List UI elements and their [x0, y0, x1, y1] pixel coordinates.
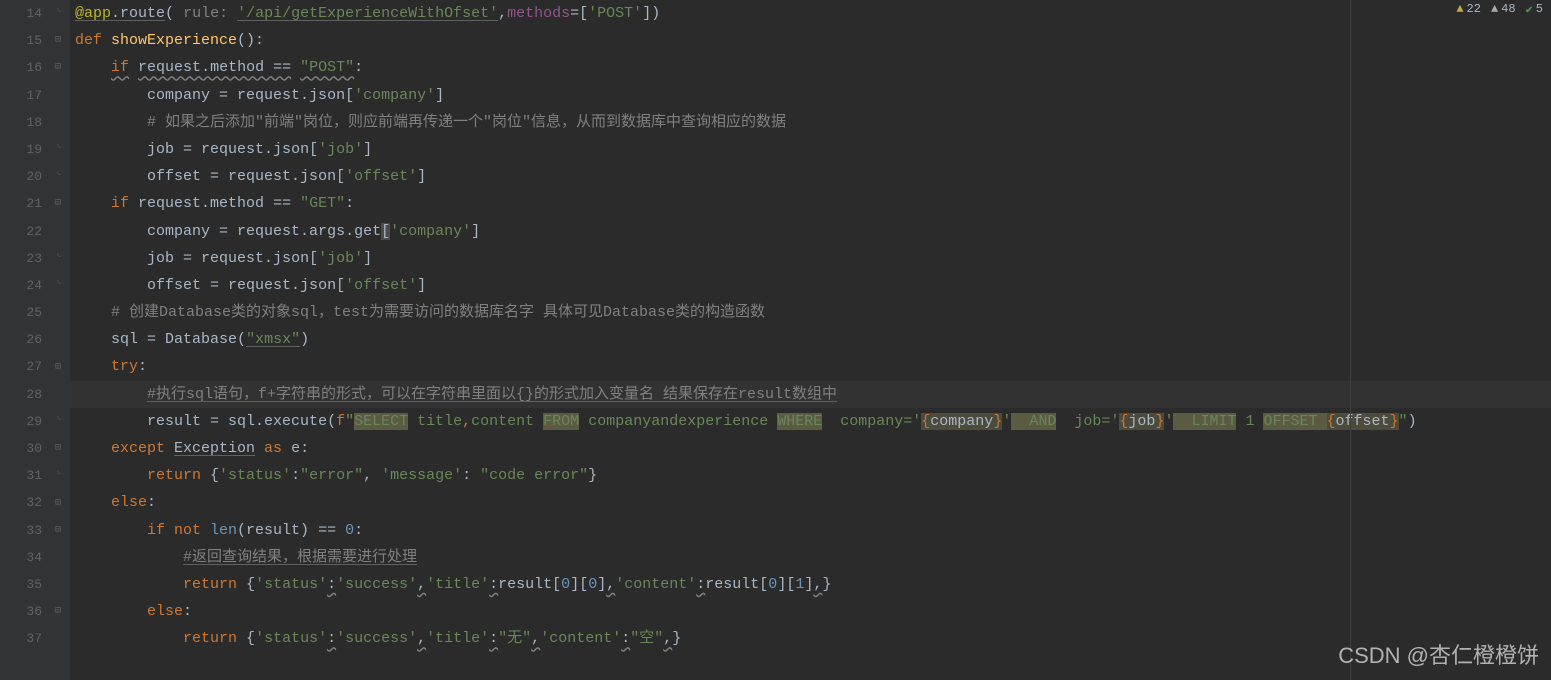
fold-collapse-icon[interactable]: ⊟ [52, 606, 64, 618]
code-line: @app.route( rule: '/api/getExperienceWit… [70, 0, 1551, 27]
code-line: else: [70, 598, 1551, 625]
code-area[interactable]: @app.route( rule: '/api/getExperienceWit… [70, 0, 1551, 680]
fold-collapse-icon[interactable]: ⊟ [52, 198, 64, 210]
code-line: sql = Database("xmsx") [70, 326, 1551, 353]
fold-collapse-icon[interactable]: ⊟ [52, 35, 64, 47]
right-margin-line [1350, 0, 1351, 680]
fold-end-icon[interactable]: ⌎ [52, 280, 64, 292]
fold-end-icon[interactable]: ⌎ [52, 416, 64, 428]
code-line: result = sql.execute(f"SELECT title,cont… [70, 408, 1551, 435]
code-line: def showExperience(): [70, 27, 1551, 54]
fold-end-icon[interactable]: ⌎ [52, 470, 64, 482]
fold-end-icon[interactable]: ⌎ [52, 8, 64, 20]
code-line: offset = request.json['offset'] [70, 163, 1551, 190]
code-line: return {'status':'success','title':resul… [70, 571, 1551, 598]
code-line: job = request.json['job'] [70, 245, 1551, 272]
code-line-current: #执行sql语句，f+字符串的形式，可以在字符串里面以{}的形式加入变量名 结果… [70, 381, 1551, 408]
fold-end-icon[interactable]: ⌎ [52, 253, 64, 265]
code-line: # 如果之后添加"前端"岗位，则应前端再传递一个"岗位"信息，从而到数据库中查询… [70, 109, 1551, 136]
code-line: offset = request.json['offset'] [70, 272, 1551, 299]
code-line: if request.method == "GET": [70, 190, 1551, 217]
line-number-gutter[interactable]: 14151617 18192021 22232425 26272829 3031… [0, 0, 50, 680]
fold-gutter[interactable]: ⌎ ⊟ ⊟ ⌎ ⌎ ⊟ ⌎ ⌎ ⊟ ⌎ ⊟ ⌎ ⊟ ⊟ ⊟ [50, 0, 70, 680]
fold-collapse-icon[interactable]: ⊟ [52, 498, 64, 510]
fold-collapse-icon[interactable]: ⊟ [52, 525, 64, 537]
fold-collapse-icon[interactable]: ⊟ [52, 62, 64, 74]
code-line: try: [70, 353, 1551, 380]
code-line: job = request.json['job'] [70, 136, 1551, 163]
code-line: else: [70, 489, 1551, 516]
code-editor[interactable]: ▲22 ▲48 ✔5 14151617 18192021 22232425 26… [0, 0, 1551, 680]
fold-collapse-icon[interactable]: ⊟ [52, 443, 64, 455]
fold-end-icon[interactable]: ⌎ [52, 144, 64, 156]
code-line: #返回查询结果，根据需要进行处理 [70, 544, 1551, 571]
code-line: return {'status':'success','title':"无",'… [70, 625, 1551, 652]
fold-collapse-icon[interactable]: ⊟ [52, 362, 64, 374]
fold-end-icon[interactable]: ⌎ [52, 171, 64, 183]
code-line: # 创建Database类的对象sql，test为需要访问的数据库名字 具体可见… [70, 299, 1551, 326]
code-line: except Exception as e: [70, 435, 1551, 462]
code-line: return {'status':"error", 'message': "co… [70, 462, 1551, 489]
code-line: if not len(result) == 0: [70, 517, 1551, 544]
code-line: if request.method == "POST": [70, 54, 1551, 81]
code-line: company = request.args.get['company'] [70, 218, 1551, 245]
code-line: company = request.json['company'] [70, 82, 1551, 109]
